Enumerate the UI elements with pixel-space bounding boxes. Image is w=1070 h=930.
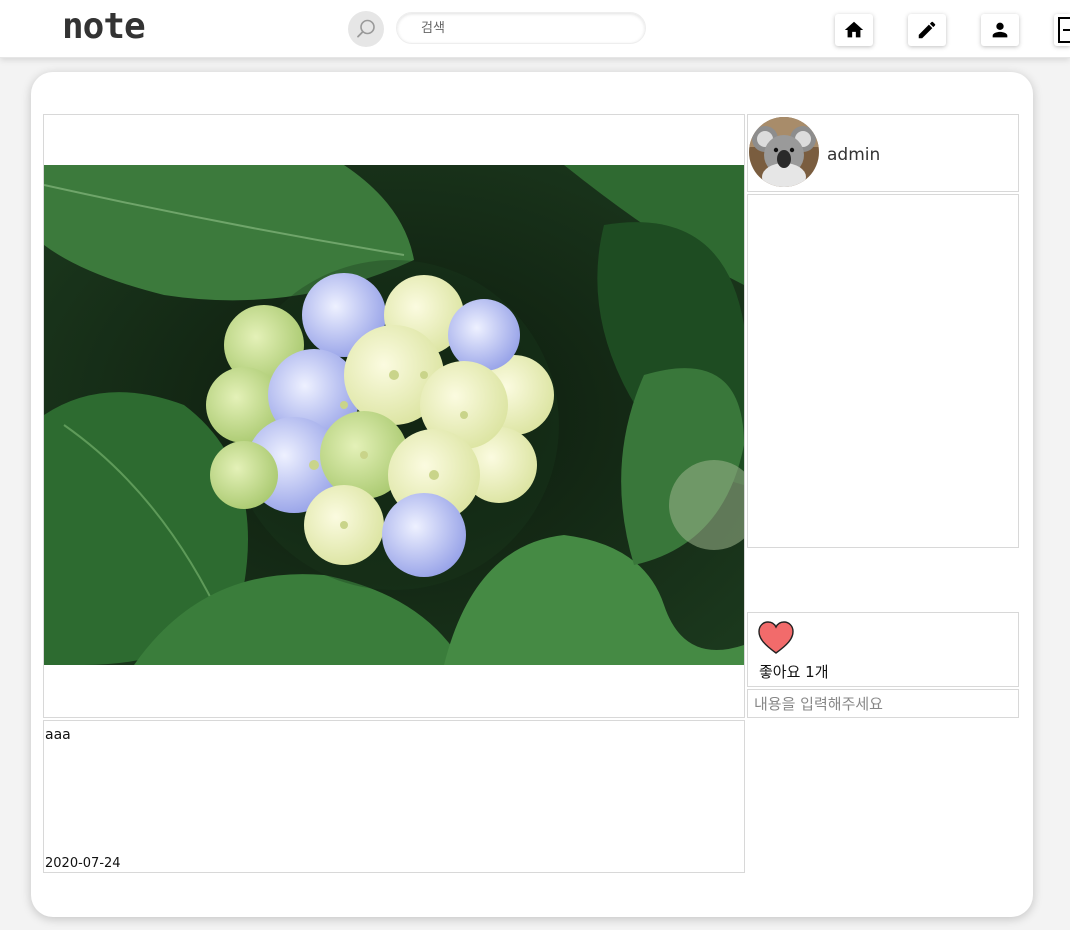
user-icon (992, 22, 1008, 38)
write-post-button[interactable] (908, 14, 946, 46)
logout-icon (1058, 17, 1070, 43)
search-icon (357, 19, 375, 38)
search-button[interactable] (348, 11, 384, 47)
profile-button[interactable] (981, 14, 1019, 46)
logout-button[interactable] (1054, 14, 1070, 46)
comment-input[interactable] (747, 689, 1019, 718)
comments-list (747, 194, 1019, 548)
search-input[interactable] (396, 12, 646, 44)
app-logo[interactable]: note (62, 6, 146, 47)
post-text: aaa (45, 727, 71, 743)
home-icon (844, 21, 864, 38)
home-button[interactable] (835, 14, 873, 46)
like-button[interactable] (757, 620, 795, 656)
koala-avatar[interactable] (749, 117, 819, 187)
top-navigation-bar: note (0, 0, 1070, 58)
post-date: 2020-07-24 (45, 856, 121, 871)
post-content-panel: aaa 2020-07-24 (43, 720, 745, 873)
like-panel: 좋아요 1개 (747, 612, 1019, 687)
like-count: 좋아요 1개 (759, 663, 829, 681)
post-image-panel (43, 114, 745, 718)
heart-icon (758, 621, 794, 654)
author-panel: admin (747, 114, 1019, 192)
pencil-icon (918, 21, 936, 39)
hydrangea-photo (44, 165, 744, 665)
author-name[interactable]: admin (827, 145, 880, 165)
